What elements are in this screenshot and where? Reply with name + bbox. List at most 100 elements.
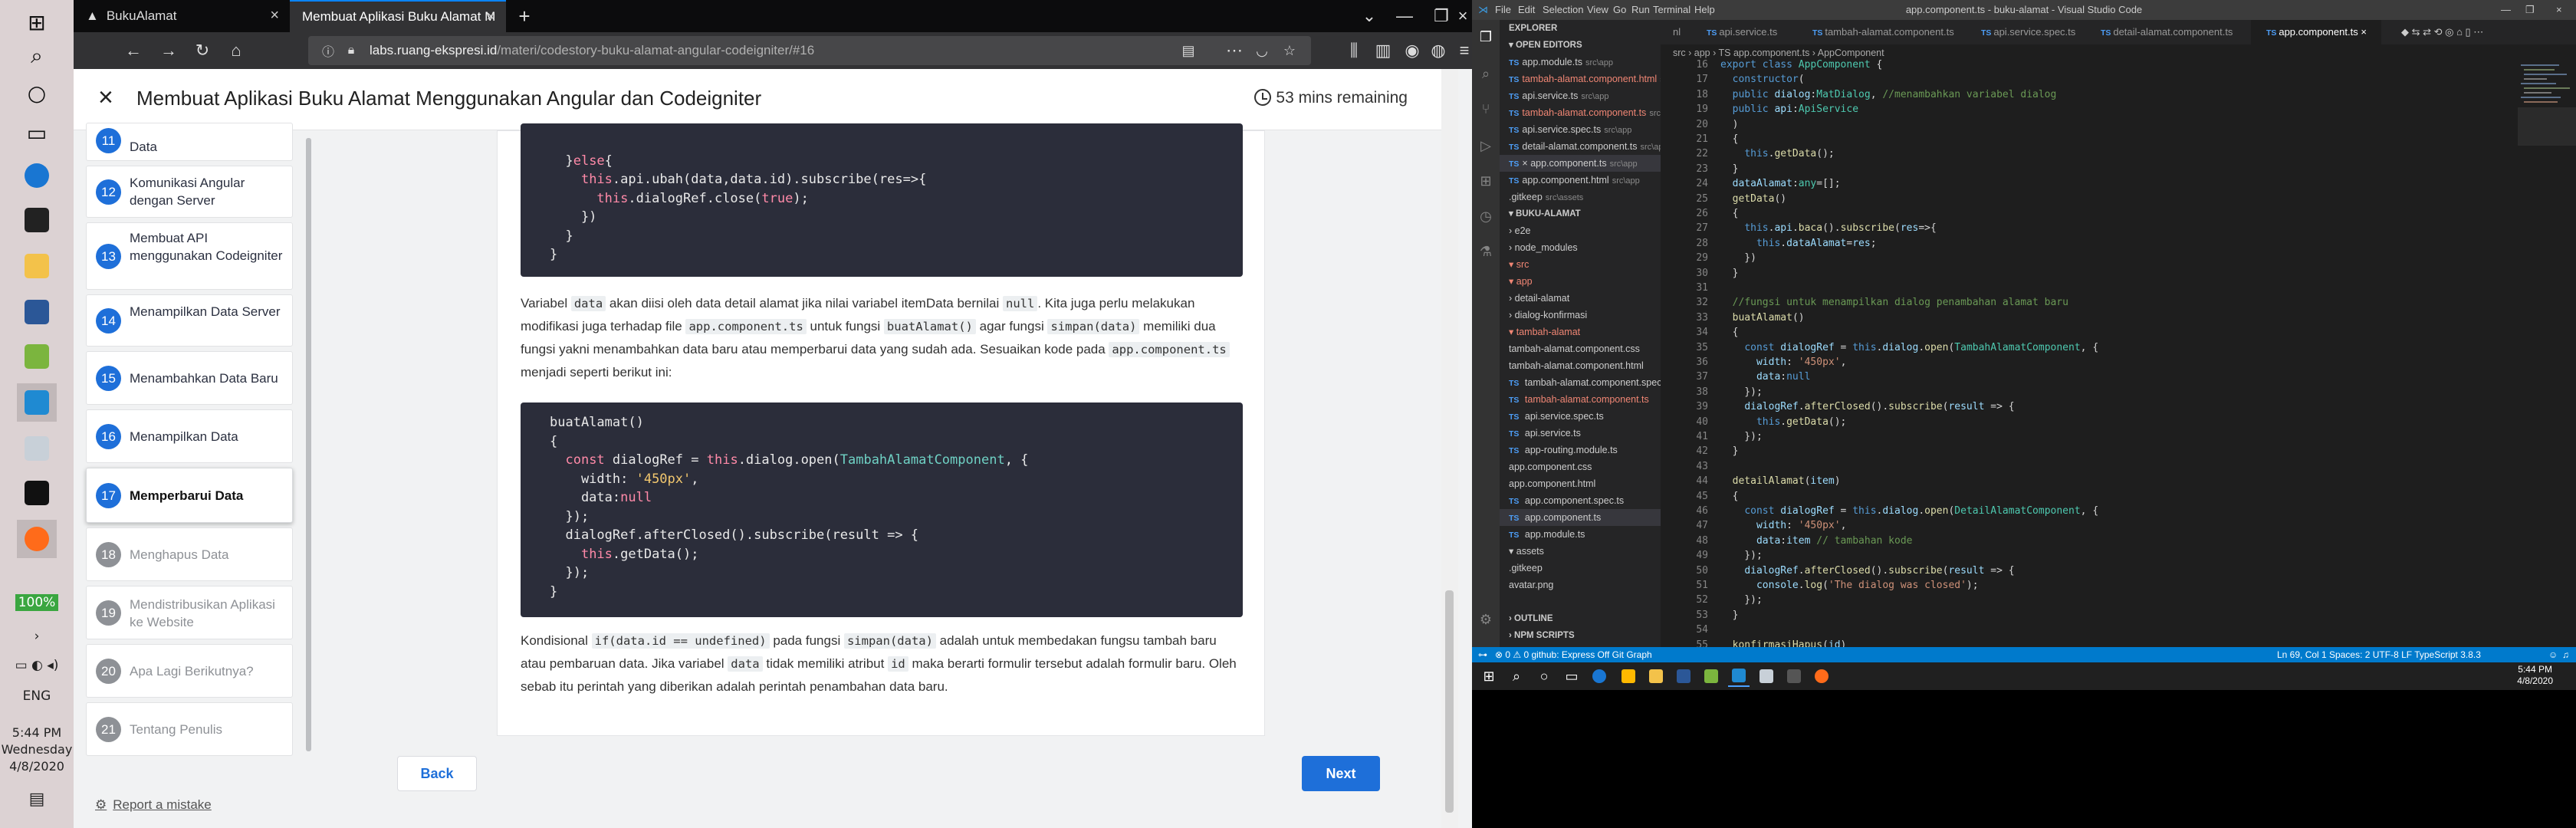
explorer-file-item[interactable]: ▾ app <box>1500 273 1661 290</box>
code-line[interactable]: { <box>1720 207 1739 221</box>
lesson-item-18[interactable]: 18 Menghapus Data <box>86 527 293 581</box>
tab-list-icon[interactable]: ⌄ <box>1355 2 1383 30</box>
code-line[interactable]: this.dataAlamat=res; <box>1720 237 1877 251</box>
back-icon[interactable]: ← <box>120 37 147 64</box>
explorer-file-item[interactable]: › dialog-konfirmasi <box>1500 307 1661 324</box>
menu-terminal[interactable]: Terminal <box>1653 4 1691 15</box>
explorer-file-item[interactable]: app.component.html <box>1500 475 1661 492</box>
restore-icon[interactable]: ❐ <box>2525 4 2535 16</box>
cortana-icon[interactable]: ○ <box>17 74 57 112</box>
bookmark-star-icon[interactable]: ☆ <box>1276 37 1303 64</box>
explorer-file-item[interactable]: TS api.service.spec.ts <box>1500 408 1661 425</box>
remote-icon[interactable]: ◷ <box>1477 207 1495 225</box>
search-icon[interactable]: ⌕ <box>1506 665 1527 687</box>
editor-tab[interactable]: TS tambah-alamat.component.ts <box>1797 20 1966 44</box>
code-line[interactable]: { <box>1720 133 1739 146</box>
code-line[interactable]: console.log('The dialog was closed'); <box>1720 579 1979 593</box>
firefox-icon[interactable] <box>17 520 57 558</box>
code-line[interactable]: dataAlamat:any=[]; <box>1720 177 1841 191</box>
code-line[interactable]: width: '450px', <box>1720 356 1846 370</box>
lesson-item-19[interactable]: 19 Mendistribusikan Aplikasi ke Website <box>86 586 293 639</box>
explorer-file-item[interactable]: .gitkeep <box>1500 560 1661 577</box>
stack-app-icon[interactable] <box>1700 665 1722 687</box>
menu-go[interactable]: Go <box>1613 4 1626 15</box>
explorer-section-header[interactable]: › NPM SCRIPTS <box>1500 627 1661 644</box>
explorer-icon[interactable]: ❐ <box>1477 28 1495 46</box>
menu-edit[interactable]: Edit <box>1518 4 1535 15</box>
code-line[interactable]: dialogRef.afterClosed().subscribe(result… <box>1720 564 2014 578</box>
lesson-item-16[interactable]: 16 Menampilkan Data <box>86 409 293 463</box>
code-line[interactable]: } <box>1720 609 1739 623</box>
settings-gear-icon[interactable]: ⚙ <box>1477 610 1495 629</box>
status-left[interactable]: ⊗ 0 ⚠ 0 github: Express Off Git Graph <box>1495 647 1652 662</box>
task-view-icon[interactable]: ▭ <box>1561 665 1582 687</box>
sidebar-icon[interactable]: ▥ <box>1369 37 1397 64</box>
menu-file[interactable]: File <box>1495 4 1511 15</box>
shield-icon[interactable]: ◍ <box>1424 37 1452 64</box>
minimap[interactable] <box>2518 61 2576 647</box>
explorer-file-item[interactable]: app.component.css <box>1500 458 1661 475</box>
code-line[interactable]: { <box>1720 490 1739 504</box>
clock-time[interactable]: 5:44 PM <box>0 725 74 740</box>
source-control-icon[interactable]: ⑂ <box>1477 100 1495 118</box>
explorer-file-item[interactable]: TS api.service.ts src\app <box>1500 87 1661 104</box>
debug-icon[interactable]: ▷ <box>1477 136 1495 155</box>
code-editor[interactable]: export class AppComponent { constructor(… <box>1720 59 2518 651</box>
explorer-file-item[interactable]: ▾ src <box>1500 256 1661 273</box>
explorer-file-item[interactable]: avatar.png <box>1500 577 1661 593</box>
testing-icon[interactable]: ⚗ <box>1477 242 1495 261</box>
code-line[interactable]: data:null <box>1720 370 1810 384</box>
back-button[interactable]: Back <box>397 756 477 791</box>
explorer-file-item[interactable]: TS app.module.ts src\app <box>1500 54 1661 71</box>
vscode-icon[interactable] <box>1728 665 1750 687</box>
explorer-file-item[interactable]: TS × app.component.ts src\app <box>1500 155 1661 172</box>
explorer-file-item[interactable]: TS app.module.ts <box>1500 526 1661 543</box>
explorer-file-item[interactable]: TStambah-alamat.component.htmlsrc\... <box>1500 71 1661 87</box>
explorer-section-header[interactable]: ▾ BUKU-ALAMAT <box>1500 205 1661 222</box>
stack-app-icon[interactable] <box>17 337 57 376</box>
close-icon[interactable]: × <box>2361 26 2367 38</box>
menu-run[interactable]: Run <box>1631 4 1650 15</box>
firefox-icon[interactable] <box>1811 665 1832 687</box>
close-icon[interactable]: × <box>486 8 495 26</box>
url-bar[interactable]: ⓘ 🔒︎ labs.ruang-ekspresi.id/materi/codes… <box>308 36 1311 65</box>
lesson-item-13[interactable]: 13 Membuat API menggunakan Codeigniter <box>86 222 293 290</box>
tray-icons[interactable]: ▭ ◐ ◂) <box>0 658 74 673</box>
feedback-icon[interactable]: ☺ <box>2548 647 2558 662</box>
code-line[interactable]: this.api.baca().subscribe(res=>{ <box>1720 222 1937 235</box>
code-line[interactable]: } <box>1720 163 1739 176</box>
home-icon[interactable]: ⌂ <box>222 37 250 64</box>
lesson-item-21[interactable]: 21 Tentang Penulis <box>86 702 293 756</box>
explorer-file-item[interactable]: › node_modules <box>1500 239 1661 256</box>
explorer-file-item[interactable]: tambah-alamat.component.html <box>1500 357 1661 374</box>
terminal-icon[interactable] <box>17 474 57 512</box>
next-button[interactable]: Next <box>1302 756 1380 791</box>
tab-bukualamat[interactable]: ▲ BukuAlamat × <box>74 0 290 32</box>
code-line[interactable]: }) <box>1720 251 1756 265</box>
page-scrollbar[interactable] <box>1441 69 1458 828</box>
remote-status-icon[interactable]: ⊶ <box>1478 647 1487 662</box>
search-icon[interactable]: ⌕ <box>1477 64 1495 83</box>
code-line[interactable]: }); <box>1720 430 1763 444</box>
minimize-icon[interactable]: — <box>2501 4 2511 15</box>
vscode-icon[interactable] <box>17 383 57 422</box>
lesson-item-11[interactable]: 11 Data <box>86 123 293 161</box>
sidebar-scrollbar[interactable] <box>304 130 314 759</box>
editor-tab-hidden[interactable]: nl <box>1658 20 1688 44</box>
explorer-file-item[interactable]: TS api.service.spec.ts src\app <box>1500 121 1661 138</box>
store-icon[interactable] <box>17 201 57 239</box>
explorer-section-header[interactable]: EXPLORER <box>1500 20 1661 37</box>
word-icon[interactable] <box>1673 665 1694 687</box>
tab-membuat-aplikasi[interactable]: Membuat Aplikasi Buku Alamat M × <box>290 0 506 32</box>
editor-tab-active[interactable]: TS app.component.ts × <box>2251 20 2381 44</box>
terminal-icon[interactable] <box>1783 665 1805 687</box>
explorer-file-item[interactable]: TStambah-alamat.component.tssrc\... 1 <box>1500 104 1661 121</box>
explorer-section-header[interactable] <box>1500 593 1661 610</box>
code-line[interactable]: detailAlamat(item) <box>1720 475 1841 488</box>
new-tab-icon[interactable]: + <box>511 2 538 30</box>
windows-start-icon[interactable]: ⊞ <box>17 3 57 41</box>
notification-icon[interactable]: ▤ <box>0 790 74 809</box>
library-icon[interactable]: ⫼ <box>1340 37 1368 64</box>
photos-icon[interactable] <box>17 429 57 468</box>
menu-selection[interactable]: Selection <box>1543 4 1583 15</box>
